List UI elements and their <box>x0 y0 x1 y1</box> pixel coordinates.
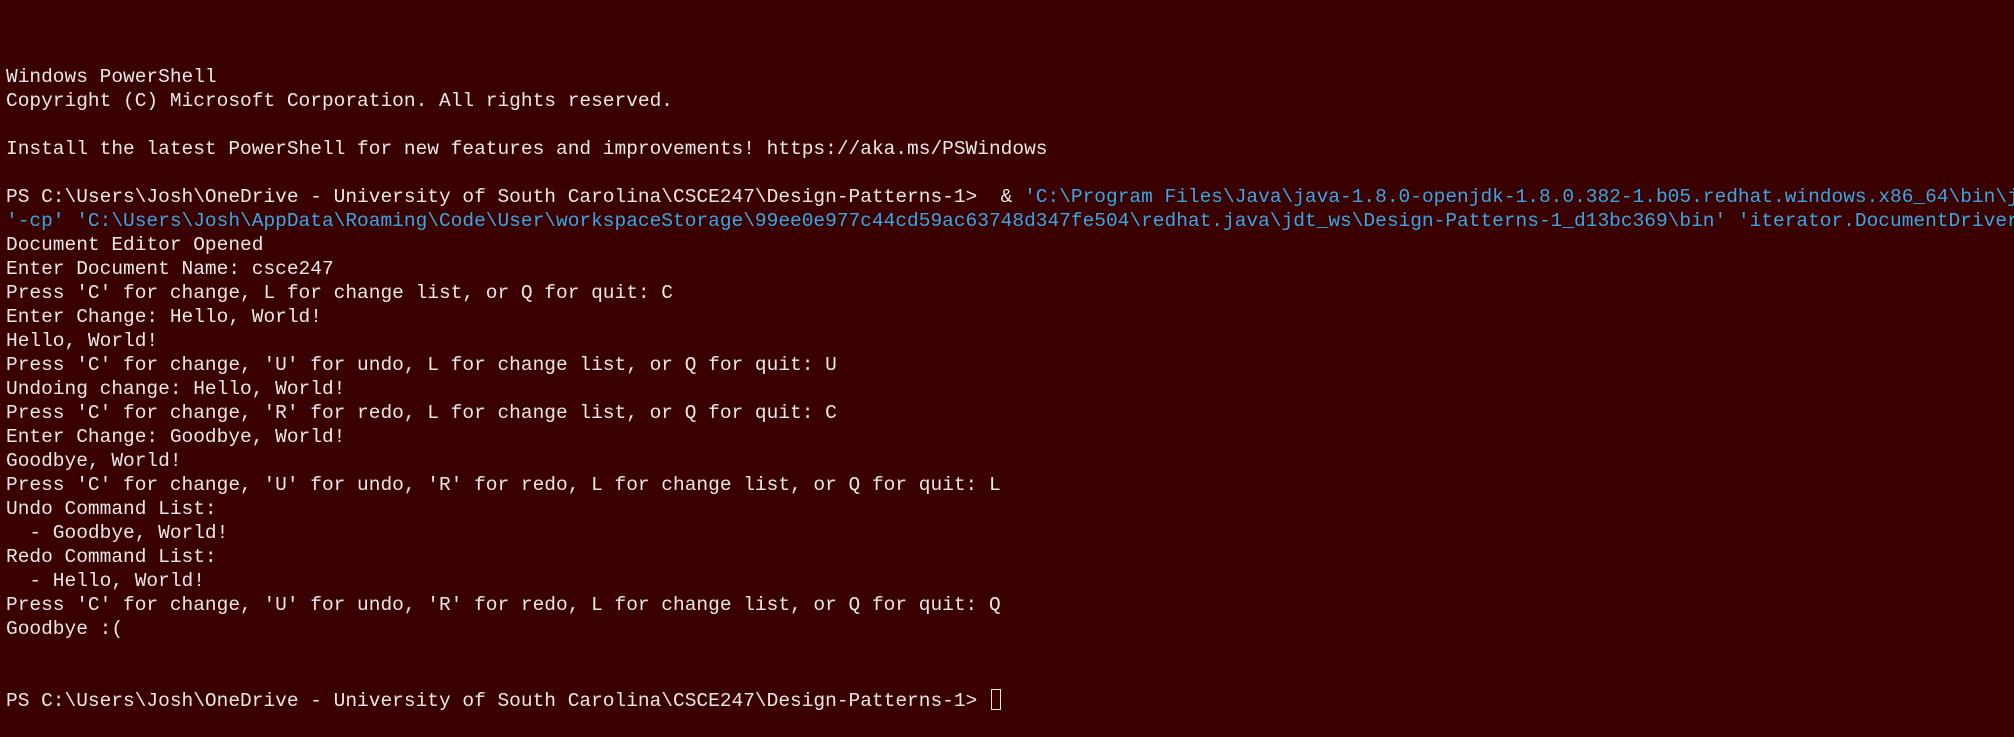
terminal-window[interactable]: Windows PowerShell Copyright (C) Microsof… <box>0 0 2014 712</box>
command-argument-text: '-cp' 'C:\Users\Josh\AppData\Roaming\Cod… <box>6 210 2014 232</box>
terminal-output: Windows PowerShell Copyright (C) Microsof… <box>6 65 2014 641</box>
output-line: Enter Change: Goodbye, World! <box>6 425 2008 449</box>
output-text: - Goodbye, World! <box>6 522 229 544</box>
prompt-text: PS C:\Users\Josh\OneDrive - University o… <box>6 690 989 712</box>
output-text: Goodbye :( <box>6 618 124 640</box>
output-line: Goodbye, World! <box>6 449 2008 473</box>
output-text: Enter Document Name: csce247 <box>6 258 334 280</box>
output-text: Undoing change: Hello, World! <box>6 378 346 400</box>
output-line: - Hello, World! <box>6 569 2008 593</box>
output-line: Press 'C' for change, 'U' for undo, 'R' … <box>6 473 2008 497</box>
output-text: Press 'C' for change, L for change list,… <box>6 282 674 304</box>
output-line: Undoing change: Hello, World! <box>6 377 2008 401</box>
text-cursor <box>990 689 1001 710</box>
output-text: Goodbye, World! <box>6 450 182 472</box>
output-line: Install the latest PowerShell for new fe… <box>6 137 2008 161</box>
output-line: Windows PowerShell <box>6 65 2008 89</box>
output-line: '-cp' 'C:\Users\Josh\AppData\Roaming\Cod… <box>6 209 2014 233</box>
output-line: Press 'C' for change, 'U' for undo, L fo… <box>6 353 2008 377</box>
output-text: Press 'C' for change, 'R' for redo, L fo… <box>6 402 837 424</box>
output-line: Document Editor Opened <box>6 233 2008 257</box>
output-line: Enter Change: Hello, World! <box>6 305 2008 329</box>
output-text: Press 'C' for change, 'U' for undo, L fo… <box>6 354 837 376</box>
output-text: - Hello, World! <box>6 570 205 592</box>
command-argument-text: 'C:\Program Files\Java\java-1.8.0-openjd… <box>1024 186 2014 208</box>
output-line: PS C:\Users\Josh\OneDrive - University o… <box>6 185 2014 209</box>
output-line: Press 'C' for change, 'U' for undo, 'R' … <box>6 593 2008 617</box>
output-line: Goodbye :( <box>6 617 2008 641</box>
output-line: Redo Command List: <box>6 545 2008 569</box>
prompt-line[interactable]: PS C:\Users\Josh\OneDrive - University o… <box>6 689 2008 713</box>
output-text: Redo Command List: <box>6 546 217 568</box>
output-line: - Goodbye, World! <box>6 521 2008 545</box>
output-text: Copyright (C) Microsoft Corporation. All… <box>6 90 674 112</box>
output-line: Press 'C' for change, 'R' for redo, L fo… <box>6 401 2008 425</box>
output-text: Document Editor Opened <box>6 234 264 256</box>
output-text: Press 'C' for change, 'U' for undo, 'R' … <box>6 474 1001 496</box>
output-text: Windows PowerShell <box>6 66 217 88</box>
output-line: Press 'C' for change, L for change list,… <box>6 281 2008 305</box>
output-line: Copyright (C) Microsoft Corporation. All… <box>6 89 2008 113</box>
output-line: Enter Document Name: csce247 <box>6 257 2008 281</box>
output-text: Press 'C' for change, 'U' for undo, 'R' … <box>6 594 1001 616</box>
output-text: Undo Command List: <box>6 498 217 520</box>
output-line: Hello, World! <box>6 329 2008 353</box>
output-line: Undo Command List: <box>6 497 2008 521</box>
output-text: Install the latest PowerShell for new fe… <box>6 138 1048 160</box>
output-text: Enter Change: Hello, World! <box>6 306 322 328</box>
output-text: PS C:\Users\Josh\OneDrive - University o… <box>6 186 1025 208</box>
output-text: Enter Change: Goodbye, World! <box>6 426 346 448</box>
output-text: Hello, World! <box>6 330 159 352</box>
